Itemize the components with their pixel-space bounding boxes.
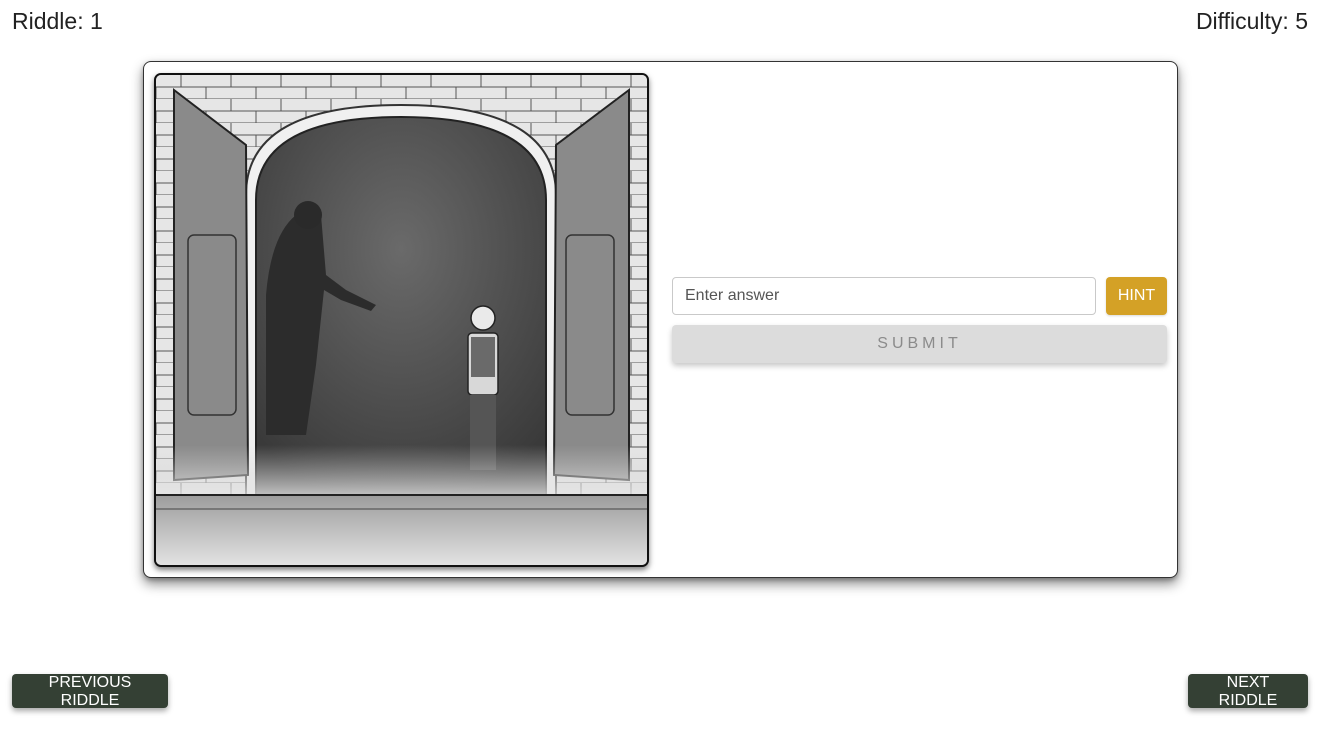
hint-button[interactable]: HINT <box>1106 277 1167 315</box>
answer-input[interactable] <box>672 277 1096 315</box>
riddle-card: HINT SUBMIT <box>143 61 1178 578</box>
difficulty-level: Difficulty: 5 <box>1195 8 1308 34</box>
submit-button[interactable]: SUBMIT <box>672 325 1167 363</box>
next-riddle-button[interactable]: NEXT RIDDLE <box>1188 674 1308 709</box>
previous-riddle-button[interactable]: PREVIOUS RIDDLE <box>12 674 168 709</box>
riddle-illustration <box>154 73 649 567</box>
riddle-number: Riddle: 1 <box>12 8 103 34</box>
